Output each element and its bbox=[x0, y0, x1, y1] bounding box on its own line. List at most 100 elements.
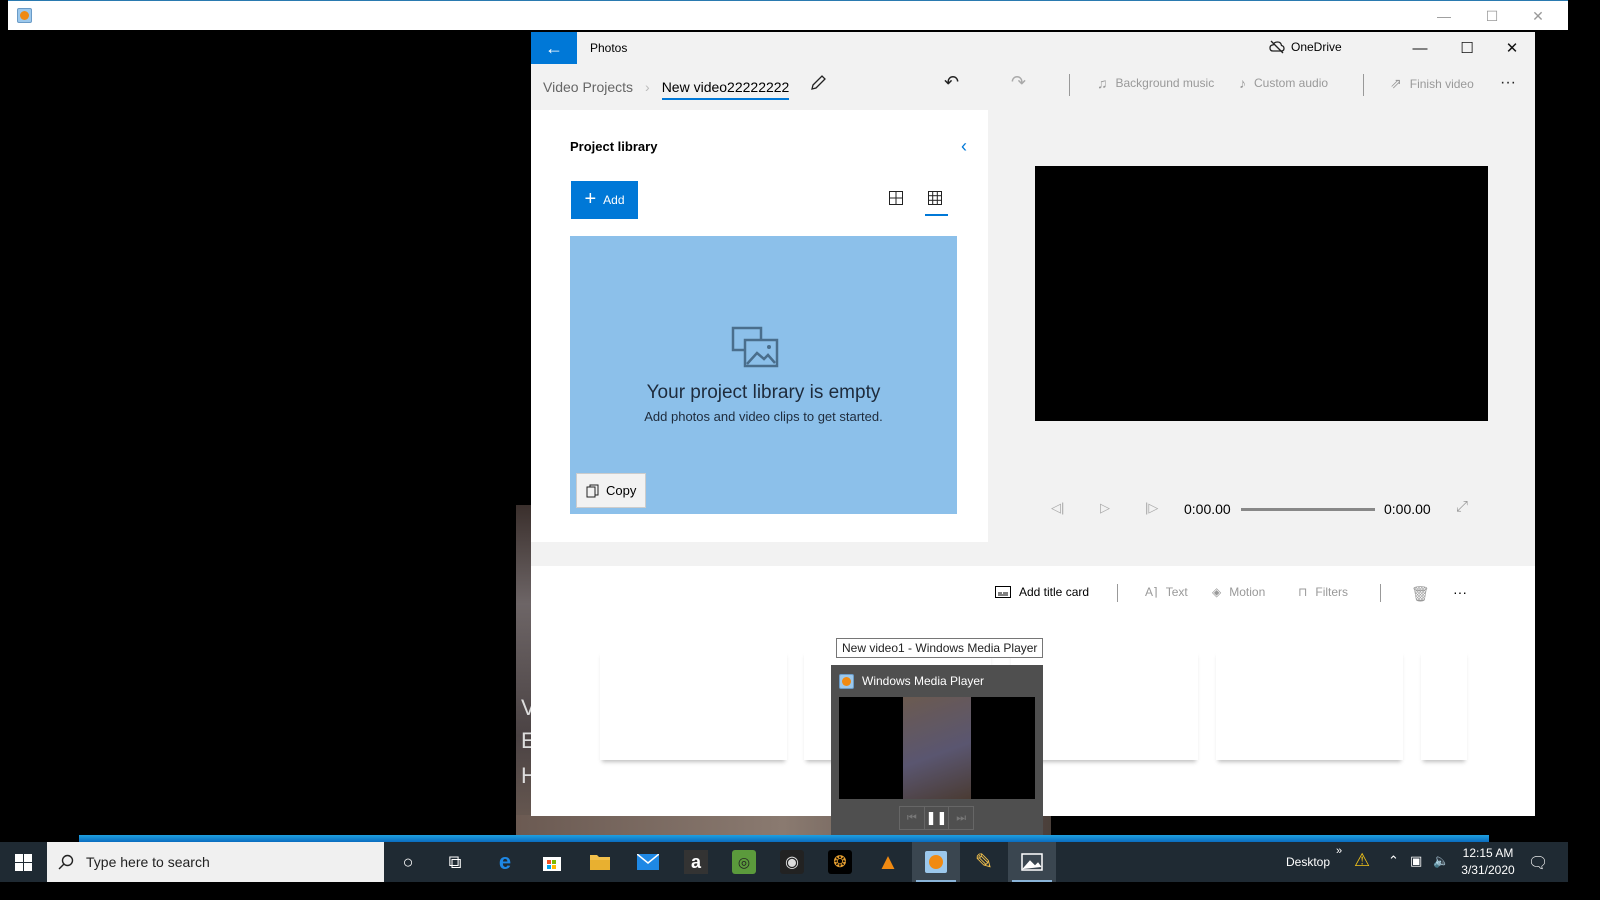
amazon-icon[interactable]: a bbox=[672, 842, 720, 882]
motion-label: Motion bbox=[1229, 585, 1266, 599]
amazon-glyph: a bbox=[684, 850, 708, 874]
close-button[interactable]: ✕ bbox=[1489, 32, 1535, 64]
text-button[interactable]: A⌉ Text bbox=[1145, 585, 1188, 599]
storyboard-placeholder-card bbox=[1216, 650, 1403, 760]
onedrive-status[interactable]: OneDrive bbox=[1269, 40, 1342, 54]
maximize-button[interactable]: ☐ bbox=[1444, 32, 1490, 64]
finish-video-label: Finish video bbox=[1409, 76, 1474, 91]
edge-icon[interactable]: e bbox=[481, 842, 529, 882]
empty-library-title: Your project library is empty bbox=[646, 382, 881, 403]
delete-button[interactable]: 🗑 bbox=[1411, 585, 1430, 603]
scrub-bar[interactable] bbox=[1241, 508, 1375, 511]
vlc-icon[interactable]: ▲ bbox=[864, 842, 912, 882]
storyboard-more-button[interactable]: ··· bbox=[1453, 584, 1467, 600]
empty-library-subtitle: Add photos and video clips to get starte… bbox=[644, 409, 883, 424]
cloud-offline-icon bbox=[1269, 40, 1285, 54]
onedrive-label: OneDrive bbox=[1291, 40, 1342, 54]
camera-glyph: ◉ bbox=[780, 850, 804, 874]
taskbar-search[interactable]: Type here to search bbox=[47, 842, 384, 882]
outer-close-button[interactable]: ✕ bbox=[1515, 1, 1561, 31]
more-options-button[interactable]: ··· bbox=[1500, 74, 1516, 92]
copy-icon bbox=[586, 484, 599, 497]
back-arrow-icon: ← bbox=[545, 37, 563, 58]
text-icon: A⌉ bbox=[1145, 585, 1158, 599]
plus-icon: + bbox=[584, 187, 597, 210]
custom-audio-label: Custom audio bbox=[1254, 76, 1329, 90]
copy-popup[interactable]: Copy bbox=[576, 473, 646, 508]
action-center-icon[interactable]: 🗨 bbox=[1528, 853, 1548, 873]
taskbar-tooltip: New video1 - Windows Media Player bbox=[836, 638, 1044, 658]
pencil-icon bbox=[811, 75, 826, 90]
small-thumbnails-view-button[interactable] bbox=[928, 191, 942, 209]
task-view-icon[interactable]: ⧉ bbox=[431, 842, 479, 882]
background-music-button[interactable]: ♫ Background music bbox=[1097, 75, 1214, 91]
photos-taskbar-button[interactable] bbox=[1008, 842, 1056, 882]
undo-button[interactable]: ↶ bbox=[944, 72, 959, 93]
windows-logo-icon bbox=[15, 853, 32, 871]
color-app-glyph: ❂ bbox=[828, 850, 852, 874]
volume-icon[interactable]: 🔈 bbox=[1433, 853, 1449, 869]
large-thumbnails-view-button[interactable] bbox=[889, 191, 903, 209]
play-button[interactable]: ▷ bbox=[1100, 500, 1110, 516]
microsoft-store-icon[interactable] bbox=[528, 842, 576, 882]
copy-label: Copy bbox=[606, 483, 637, 498]
windows-media-player-taskbar-button[interactable] bbox=[912, 842, 960, 882]
camera-icon[interactable]: ◉ bbox=[768, 842, 816, 882]
pencil-app-icon[interactable]: ✎ bbox=[960, 842, 1008, 882]
folder-icon bbox=[590, 855, 610, 870]
clock-date[interactable]: 3/31/2020 bbox=[1457, 863, 1519, 877]
tripadvisor-glyph: ◎ bbox=[732, 850, 756, 874]
toolbar-divider bbox=[1069, 74, 1070, 96]
windows-media-player-icon bbox=[839, 674, 854, 689]
motion-button[interactable]: ◈ Motion bbox=[1212, 585, 1265, 599]
filters-icon: ⊓ bbox=[1298, 585, 1308, 599]
wmp-seek-bar[interactable] bbox=[79, 835, 1489, 842]
cortana-icon[interactable]: ○ bbox=[384, 842, 432, 882]
add-title-card-label: Add title card bbox=[1019, 585, 1090, 599]
redo-button[interactable]: ↷ bbox=[1011, 72, 1026, 93]
toolbar-expand-icon[interactable]: » bbox=[1336, 845, 1342, 857]
wmp-preview-video[interactable] bbox=[839, 697, 1035, 799]
text-label: Text bbox=[1165, 585, 1188, 599]
add-button[interactable]: + Add bbox=[571, 181, 638, 219]
filters-button[interactable]: ⊓ Filters bbox=[1298, 585, 1348, 599]
edit-title-button[interactable] bbox=[809, 74, 827, 97]
tripadvisor-icon[interactable]: ◎ bbox=[720, 842, 768, 882]
media-library-icon bbox=[731, 326, 779, 368]
wmp-next-button[interactable]: ⏭ bbox=[949, 807, 973, 829]
minimize-button[interactable]: — bbox=[1397, 32, 1443, 64]
show-hidden-icons-chevron-icon[interactable]: ⌃ bbox=[1388, 853, 1399, 869]
finish-video-button[interactable]: ⇗ Finish video bbox=[1390, 75, 1474, 92]
share-icon: ⇗ bbox=[1390, 75, 1402, 91]
outer-minimize-button[interactable]: — bbox=[1421, 1, 1467, 31]
windows-media-player-icon bbox=[17, 8, 32, 23]
video-preview[interactable] bbox=[1035, 166, 1488, 421]
clock-time[interactable]: 12:15 AM bbox=[1460, 846, 1516, 860]
outer-maximize-button[interactable]: ☐ bbox=[1469, 1, 1515, 31]
photos-app-icon bbox=[1021, 853, 1043, 871]
warning-icon[interactable]: ⚠ bbox=[1354, 850, 1370, 871]
start-button[interactable] bbox=[0, 842, 47, 882]
custom-audio-button[interactable]: ♪ Custom audio bbox=[1239, 75, 1328, 91]
grid-small-icon bbox=[928, 191, 942, 205]
add-title-card-button[interactable]: Add title card bbox=[995, 585, 1089, 599]
wmp-pause-button[interactable]: ❚❚ bbox=[925, 807, 950, 829]
color-app-icon[interactable]: ❂ bbox=[816, 842, 864, 882]
total-time: 0:00.00 bbox=[1384, 501, 1431, 517]
project-library-title: Project library bbox=[570, 139, 658, 154]
mail-icon[interactable] bbox=[624, 842, 672, 882]
breadcrumb-video-projects[interactable]: Video Projects bbox=[543, 79, 633, 95]
storyboard-placeholder-card bbox=[600, 650, 787, 760]
desktop-toolbar-label[interactable]: Desktop bbox=[1286, 855, 1330, 869]
back-button[interactable]: ← bbox=[531, 32, 577, 64]
file-explorer-icon[interactable] bbox=[576, 842, 624, 882]
project-title[interactable]: New video22222222 bbox=[661, 79, 790, 100]
next-frame-button[interactable]: |▷ bbox=[1145, 500, 1158, 516]
storyboard-placeholder-card bbox=[1421, 650, 1467, 760]
collapse-library-button[interactable]: ‹ bbox=[961, 136, 967, 157]
network-icon[interactable]: ▣ bbox=[1410, 853, 1422, 869]
wmp-previous-button[interactable]: ⏮ bbox=[900, 807, 925, 829]
expand-icon[interactable]: ⤢ bbox=[1456, 498, 1468, 515]
previous-frame-button[interactable]: ◁| bbox=[1051, 500, 1064, 516]
wmp-taskbar-preview[interactable]: Windows Media Player ⏮ ❚❚ ⏭ bbox=[831, 665, 1043, 837]
